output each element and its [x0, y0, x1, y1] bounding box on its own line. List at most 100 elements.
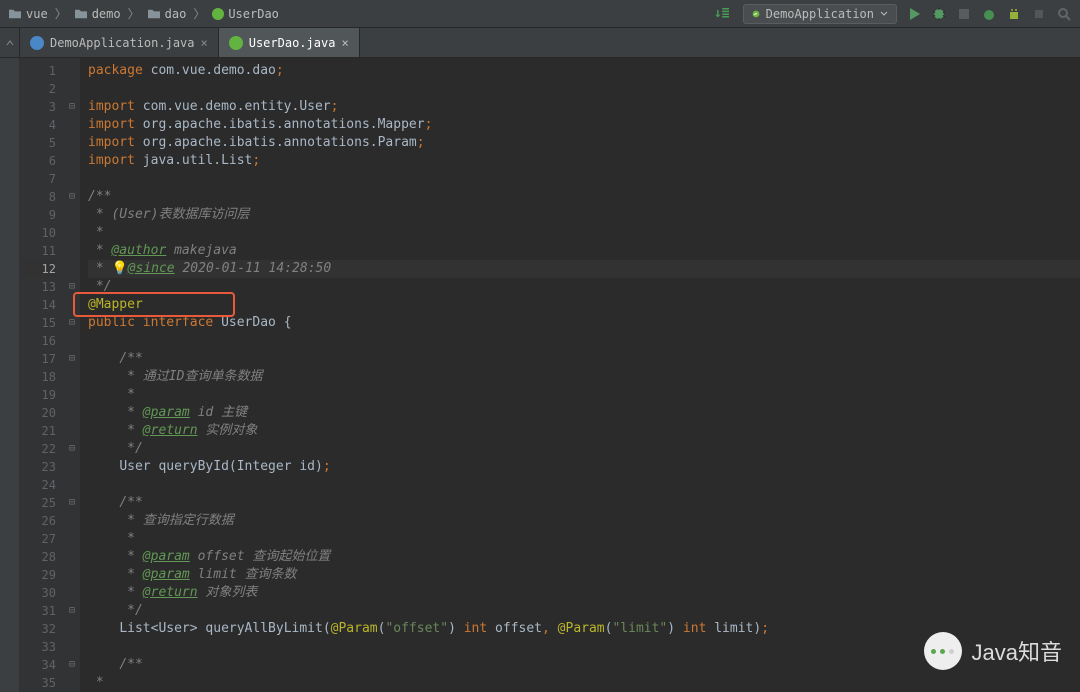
breadcrumb[interactable]: vue 〉 demo 〉 dao 〉 UserDao [8, 5, 714, 22]
code-line[interactable]: * 💡@since 2020-01-11 14:28:50 [88, 260, 1080, 278]
code-line[interactable]: * @return 对象列表 [88, 584, 1080, 602]
line-number[interactable]: 16 [20, 332, 56, 350]
fold-marker[interactable] [64, 80, 80, 98]
breadcrumb-item[interactable]: demo [74, 7, 121, 21]
fold-marker[interactable] [64, 368, 80, 386]
line-number[interactable]: 17 [20, 350, 56, 368]
stop-icon[interactable] [1031, 6, 1047, 22]
fold-marker[interactable] [64, 332, 80, 350]
line-number[interactable]: 10 [20, 224, 56, 242]
fold-marker[interactable]: ⊟ [64, 314, 80, 332]
close-icon[interactable]: × [341, 36, 348, 50]
fold-marker[interactable] [64, 512, 80, 530]
fold-marker[interactable] [64, 62, 80, 80]
breadcrumb-item[interactable]: vue [8, 7, 48, 21]
debug-icon[interactable] [931, 6, 947, 22]
fold-marker[interactable] [64, 242, 80, 260]
code-line[interactable]: * @param offset 查询起始位置 [88, 548, 1080, 566]
line-number[interactable]: 6 [20, 152, 56, 170]
line-number[interactable]: 24 [20, 476, 56, 494]
line-number[interactable]: 31 [20, 602, 56, 620]
line-number[interactable]: 29 [20, 566, 56, 584]
code-line[interactable]: * 通过ID查询单条数据 [88, 368, 1080, 386]
code-line[interactable]: * (User)表数据库访问层 [88, 206, 1080, 224]
code-editor[interactable]: 1234567891011121314151617181920212223242… [0, 58, 1080, 692]
fold-marker[interactable] [64, 386, 80, 404]
fold-marker[interactable] [64, 170, 80, 188]
search-icon[interactable] [1056, 6, 1072, 22]
fold-marker[interactable] [64, 152, 80, 170]
line-number[interactable]: 28 [20, 548, 56, 566]
code-line[interactable]: * @param id 主键 [88, 404, 1080, 422]
code-line[interactable]: */ [88, 278, 1080, 296]
tab-demoapplication-java[interactable]: DemoApplication.java× [20, 28, 219, 57]
line-number[interactable]: 35 [20, 674, 56, 692]
line-number[interactable]: 18 [20, 368, 56, 386]
code-line[interactable] [88, 170, 1080, 188]
fold-marker[interactable]: ⊟ [64, 350, 80, 368]
line-number[interactable]: 1 [20, 62, 56, 80]
code-line[interactable]: User queryById(Integer id); [88, 458, 1080, 476]
code-line[interactable]: import com.vue.demo.entity.User; [88, 98, 1080, 116]
fold-marker[interactable]: ⊟ [64, 656, 80, 674]
code-line[interactable]: public interface UserDao { [88, 314, 1080, 332]
tab-margin[interactable] [0, 28, 20, 57]
fold-marker[interactable] [64, 404, 80, 422]
code-line[interactable]: */ [88, 440, 1080, 458]
line-number[interactable]: 26 [20, 512, 56, 530]
code-line[interactable]: import java.util.List; [88, 152, 1080, 170]
code-line[interactable]: /** [88, 350, 1080, 368]
fold-marker[interactable]: ⊟ [64, 278, 80, 296]
breadcrumb-item[interactable]: UserDao [212, 7, 279, 21]
close-icon[interactable]: × [201, 36, 208, 50]
line-number[interactable]: 15 [20, 314, 56, 332]
fold-marker[interactable] [64, 620, 80, 638]
fold-marker[interactable] [64, 458, 80, 476]
line-number[interactable]: 33 [20, 638, 56, 656]
line-number-gutter[interactable]: 1234567891011121314151617181920212223242… [20, 58, 64, 692]
line-number[interactable]: 23 [20, 458, 56, 476]
fold-marker[interactable] [64, 422, 80, 440]
code-line[interactable] [88, 332, 1080, 350]
fold-marker[interactable] [64, 296, 80, 314]
fold-marker[interactable] [64, 566, 80, 584]
fold-marker[interactable] [64, 476, 80, 494]
fold-marker[interactable] [64, 134, 80, 152]
code-area[interactable]: package com.vue.demo.dao;import com.vue.… [80, 58, 1080, 692]
tab-userdao-java[interactable]: UserDao.java× [219, 28, 360, 57]
code-line[interactable]: * [88, 674, 1080, 692]
tab-dropdown-icon[interactable] [5, 38, 15, 48]
fold-marker[interactable] [64, 638, 80, 656]
line-number[interactable]: 22 [20, 440, 56, 458]
line-number[interactable]: 34 [20, 656, 56, 674]
fold-marker[interactable]: ⊟ [64, 602, 80, 620]
line-number[interactable]: 9 [20, 206, 56, 224]
android-icon[interactable] [1006, 6, 1022, 22]
line-number[interactable]: 12 [20, 260, 56, 278]
code-line[interactable]: * @author makejava [88, 242, 1080, 260]
line-number[interactable]: 20 [20, 404, 56, 422]
code-line[interactable]: * @param limit 查询条数 [88, 566, 1080, 584]
line-number[interactable]: 19 [20, 386, 56, 404]
fold-marker[interactable] [64, 206, 80, 224]
run-config-selector[interactable]: DemoApplication [743, 4, 897, 24]
line-number[interactable]: 21 [20, 422, 56, 440]
fold-marker[interactable] [64, 116, 80, 134]
line-number[interactable]: 25 [20, 494, 56, 512]
fold-column[interactable]: ⊟⊟⊟⊟⊟⊟⊟⊟⊟ [64, 58, 80, 692]
code-line[interactable]: */ [88, 602, 1080, 620]
line-number[interactable]: 2 [20, 80, 56, 98]
fold-marker[interactable] [64, 260, 80, 278]
code-line[interactable]: import org.apache.ibatis.annotations.Map… [88, 116, 1080, 134]
code-line[interactable]: * [88, 530, 1080, 548]
code-line[interactable]: * [88, 386, 1080, 404]
code-line[interactable]: @Mapper [88, 296, 1080, 314]
fold-marker[interactable]: ⊟ [64, 494, 80, 512]
coverage-icon[interactable] [956, 6, 972, 22]
code-line[interactable]: * @return 实例对象 [88, 422, 1080, 440]
code-line[interactable] [88, 476, 1080, 494]
code-line[interactable]: /** [88, 188, 1080, 206]
code-line[interactable]: * [88, 224, 1080, 242]
line-number[interactable]: 5 [20, 134, 56, 152]
line-number[interactable]: 13 [20, 278, 56, 296]
